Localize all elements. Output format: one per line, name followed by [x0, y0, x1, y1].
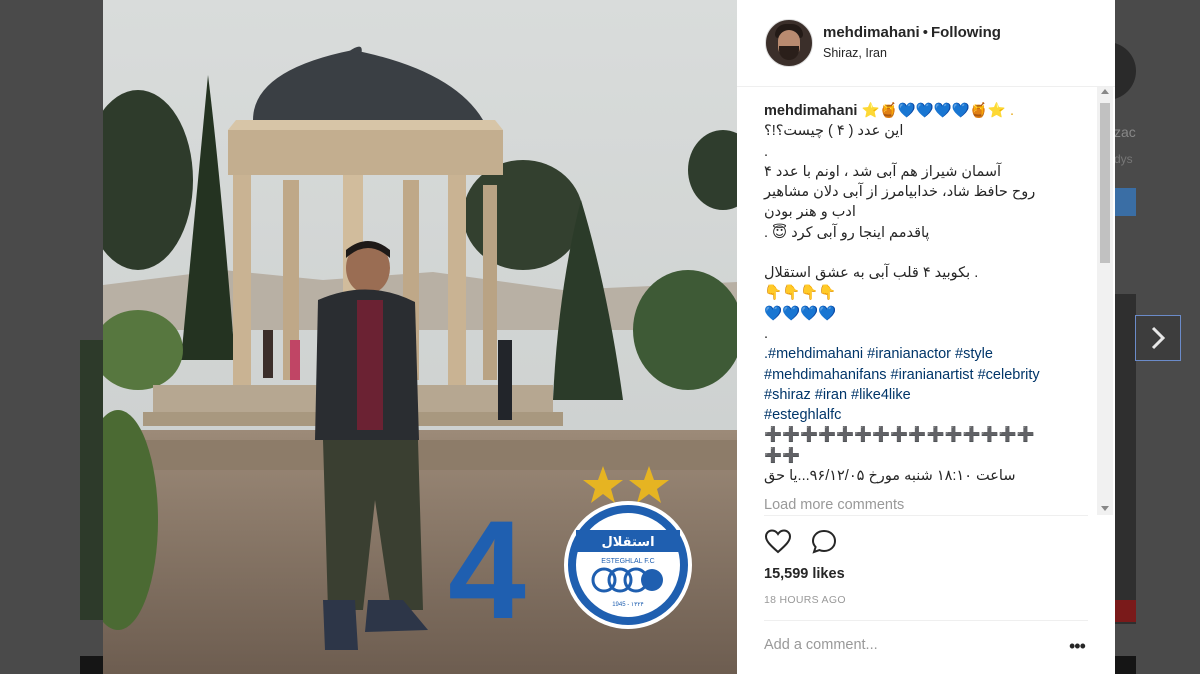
comments-area[interactable]: mehdimahani ⭐🍯💙💙💙💙🍯⭐ . این عدد ( ۴ ) چیس… — [737, 87, 1097, 515]
hashtags-line[interactable]: #mehdimahanifans #iranianartist #celebri… — [764, 365, 1084, 385]
caption-line: ادب و هنر بودن — [764, 204, 856, 221]
hashtags-line[interactable]: .#mehdimahani #iranianactor #style — [764, 344, 1084, 364]
logo-farsi: استقلال — [601, 535, 654, 550]
comment-bubble-icon[interactable] — [810, 528, 838, 556]
backdrop-panel — [1114, 294, 1136, 624]
caption-line: . — [764, 325, 769, 342]
divider — [764, 620, 1088, 621]
logo-name: ESTEGHLAL F.C — [601, 558, 654, 565]
username-link[interactable]: mehdimahani — [823, 24, 920, 41]
caption-crosses: ➕➕➕➕➕➕➕➕➕➕➕➕➕➕➕ — [764, 427, 1035, 444]
scroll-down-arrow-icon[interactable] — [1101, 506, 1109, 511]
scroll-up-arrow-icon[interactable] — [1101, 89, 1109, 94]
load-more-comments-button[interactable]: Load more comments — [764, 497, 904, 513]
caption-line: روح حافظ شاد، خدابیامرز از آبی دلان مشاه… — [764, 184, 1036, 201]
post-photo[interactable]: 4 استقلال ESTEGHLAL F.C 1945 - ۱۳۲۴ — [103, 0, 737, 674]
caption-line: . بکوبید ۴ قلب آبی به عشق استقلال — [764, 265, 979, 282]
following-button[interactable]: Following — [931, 24, 1001, 41]
photo-number-four: 4 — [448, 491, 526, 648]
caption-hands: 👇👇👇👇 — [764, 285, 837, 302]
scroll-thumb[interactable] — [1100, 103, 1110, 263]
caption-line: آسمان شیراز هم آبی شد ، اونم با عدد ۴ — [764, 163, 1002, 180]
caption-line: پاقدمم اینجا رو آبی کرد 😇 . — [764, 224, 930, 241]
caption-emoji-line: ⭐🍯💙💙💙💙🍯⭐ . — [861, 103, 1015, 119]
hashtags-line[interactable]: #shiraz #iran #like4like — [764, 385, 1084, 405]
caption-signoff: ساعت ۱۸:۱۰ شنبه مورخ ۹۶/۱۲/۰۵...یا حق — [764, 468, 1016, 485]
location-link[interactable]: Shiraz, Iran — [823, 46, 887, 60]
avatar[interactable] — [765, 19, 813, 67]
post-detail-panel: mehdimahani • Following Shiraz, Iran mehdi… — [737, 0, 1115, 674]
caption-first-line: mehdimahani ⭐🍯💙💙💙💙🍯⭐ . — [764, 101, 1084, 121]
comments-scrollbar[interactable] — [1097, 87, 1113, 515]
divider — [764, 515, 1088, 516]
backdrop-bottom-right — [1114, 656, 1136, 674]
caption-crosses: ➕➕ — [764, 447, 801, 464]
separator-dot: • — [922, 24, 928, 41]
caption-username[interactable]: mehdimahani — [764, 103, 857, 119]
user-line: mehdimahani • Following — [823, 24, 1001, 41]
caption: mehdimahani ⭐🍯💙💙💙💙🍯⭐ . این عدد ( ۴ ) چیس… — [764, 101, 1084, 486]
photo-scene: 4 استقلال ESTEGHLAL F.C 1945 - ۱۳۲۴ — [103, 0, 737, 674]
add-comment-input[interactable]: Add a comment... — [764, 637, 878, 653]
backdrop-bottom-left — [80, 656, 104, 674]
heart-like-icon[interactable] — [764, 528, 792, 556]
chevron-right-icon — [1151, 326, 1166, 350]
logo-years: 1945 - ۱۳۲۴ — [612, 602, 644, 608]
backdrop-red-block — [1114, 600, 1136, 622]
post-timestamp[interactable]: 18 HOURS AGO — [764, 594, 846, 606]
backdrop-follow-button — [1114, 188, 1136, 216]
likes-count[interactable]: 15,599 likes — [764, 566, 845, 582]
post-header: mehdimahani • Following Shiraz, Iran — [737, 0, 1115, 87]
next-post-button[interactable] — [1135, 315, 1181, 361]
backdrop-text: dys — [1114, 152, 1133, 166]
backdrop-left-strip — [80, 340, 104, 620]
backdrop-text: zac — [1114, 124, 1136, 140]
caption-line: این عدد ( ۴ ) چیست؟!؟ — [764, 123, 904, 140]
caption-line: . — [764, 143, 769, 160]
hashtags-line[interactable]: #esteghlalfc — [764, 405, 1084, 425]
more-options-icon[interactable]: ••• — [1069, 636, 1086, 657]
caption-hearts: 💙💙💙💙 — [764, 305, 837, 322]
avatar-beard — [779, 46, 799, 60]
